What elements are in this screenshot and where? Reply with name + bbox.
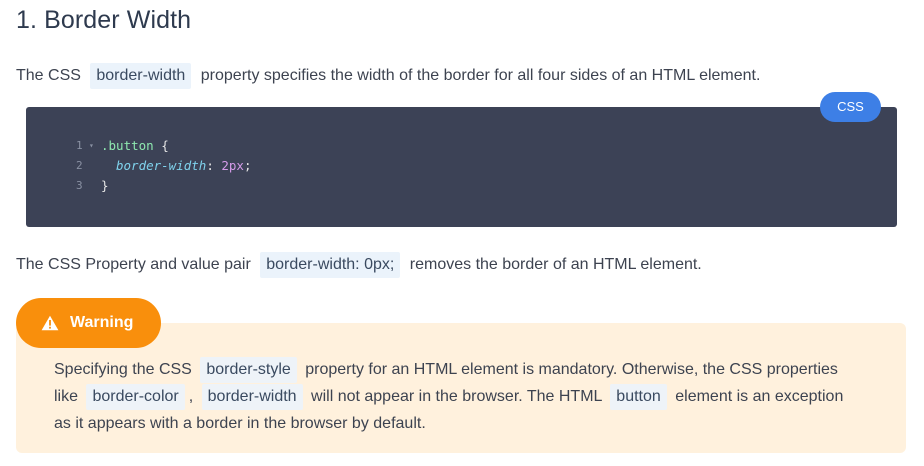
- language-badge: CSS: [820, 92, 881, 122]
- inline-code-border-width: border-width: [90, 63, 192, 89]
- inline-code-border-width-0: border-width: 0px;: [260, 252, 401, 278]
- warning-tab: Warning: [16, 298, 161, 348]
- code-semicolon: ;: [243, 158, 252, 173]
- code-block: 1 ▾ .button { 2 border-width: 2px; 3 }: [26, 107, 897, 227]
- inline-code-border-color: border-color: [86, 384, 185, 410]
- section-heading: 1. Border Width: [16, 6, 192, 34]
- code-text: .button {: [101, 136, 169, 156]
- code-value: 2px: [221, 158, 244, 173]
- code-text: }: [101, 176, 109, 196]
- line-number: 3: [76, 179, 83, 192]
- code-selector: .button: [101, 138, 154, 153]
- line-number: 1: [76, 139, 83, 152]
- paragraph-text: The CSS Property and value pair: [16, 256, 251, 273]
- warning-text-segment: Specifying the CSS: [54, 361, 192, 378]
- inline-code-border-style: border-style: [200, 357, 297, 383]
- warning-text-segment: ,: [188, 388, 194, 405]
- warning-triangle-icon: [41, 315, 59, 331]
- paragraph-text: The CSS: [16, 67, 81, 84]
- code-property: border-width: [116, 158, 207, 173]
- code-brace: {: [153, 138, 169, 153]
- inline-code-button: button: [610, 384, 667, 410]
- paragraph-text: removes the border of an HTML element.: [409, 256, 702, 273]
- code-text: border-width: 2px;: [116, 156, 251, 176]
- fold-toggle-icon[interactable]: ▾: [89, 136, 94, 156]
- line-number: 2: [76, 159, 83, 172]
- paragraph-text: property specifies the width of the bord…: [200, 67, 761, 84]
- code-colon: :: [206, 158, 222, 173]
- warning-text-segment: will not appear in the browser. The HTML: [311, 388, 602, 405]
- inline-code-border-width: border-width: [201, 384, 303, 410]
- warning-text: Specifying the CSS border-style property…: [54, 356, 854, 437]
- value-pair-paragraph: The CSS Property and value pair border-w…: [16, 251, 702, 279]
- warning-label: Warning: [70, 314, 134, 331]
- intro-paragraph: The CSS border-width property specifies …: [16, 62, 760, 90]
- code-brace: }: [101, 178, 109, 193]
